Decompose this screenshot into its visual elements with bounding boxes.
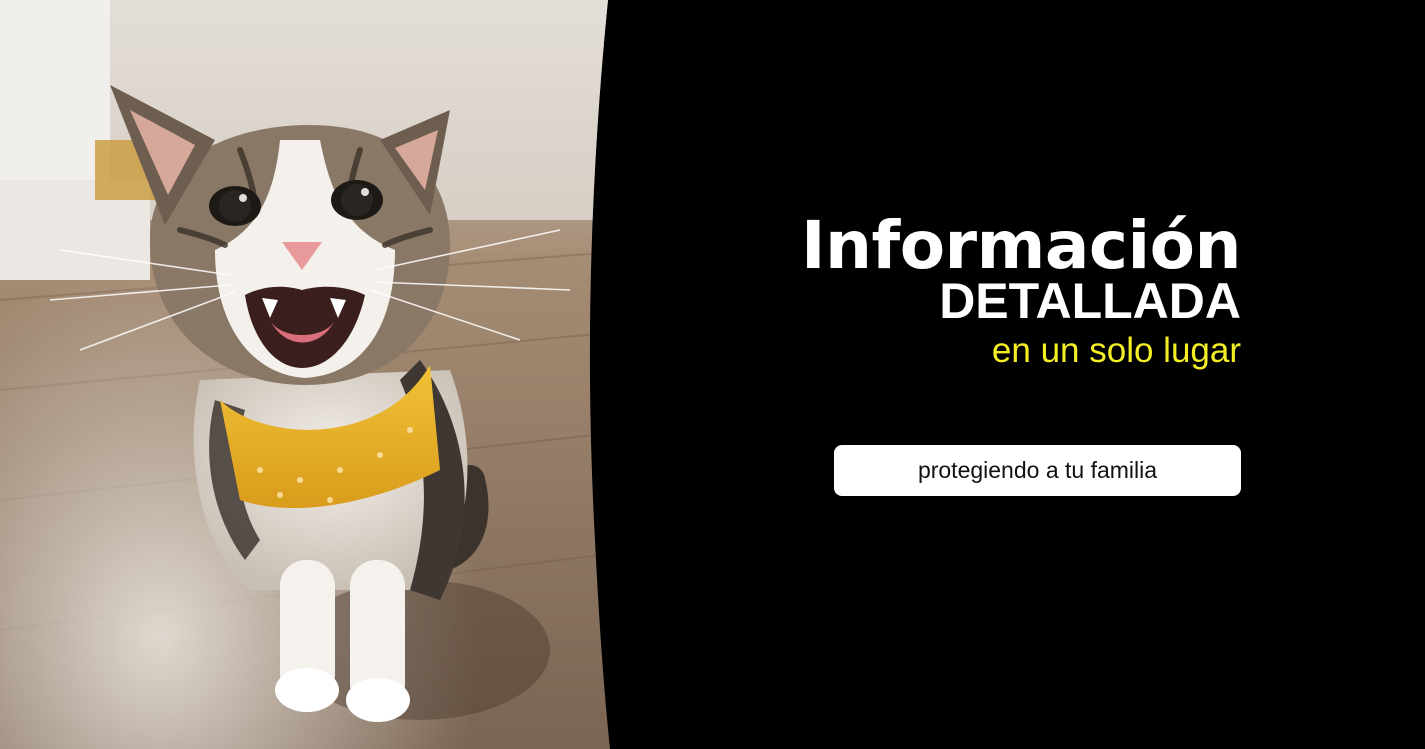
cat-photo [0,0,640,749]
hero-banner: Información DETALLADA en un solo lugar p… [0,0,1425,749]
subheadline: DETALLADA [939,273,1241,329]
headline-group: Información DETALLADA en un solo lugar [681,205,1242,373]
cta-pill[interactable]: protegiendo a tu familia [834,445,1241,496]
tagline: en un solo lugar [991,331,1241,370]
cta-pill-label: protegiendo a tu familia [917,457,1158,483]
cat-photo-illustration [0,0,610,749]
